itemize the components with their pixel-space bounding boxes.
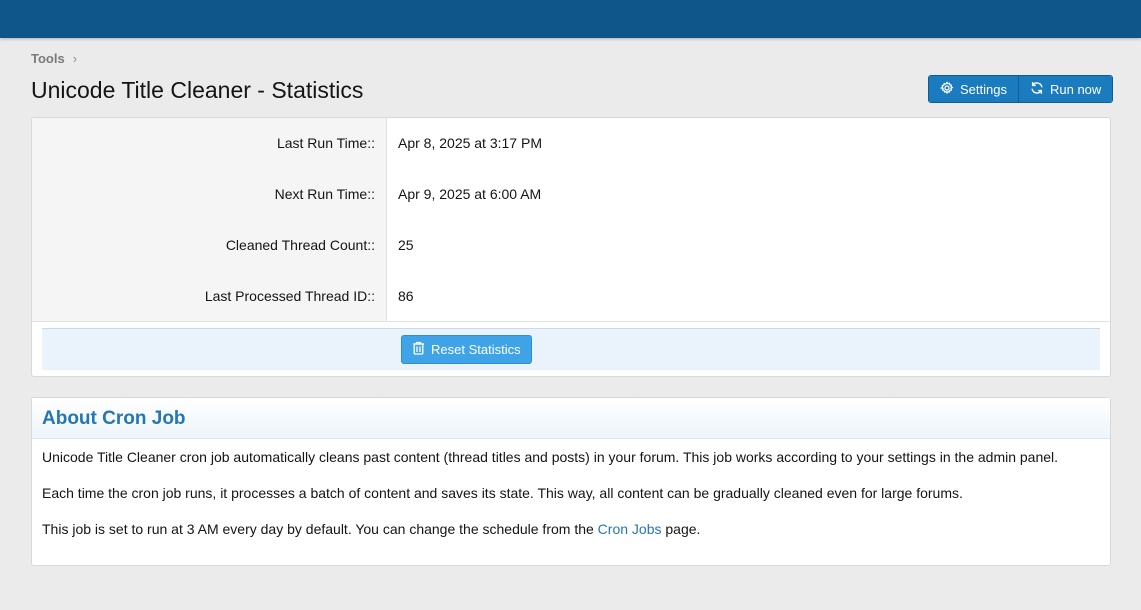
statistics-block: Last Run Time:: Apr 8, 2025 at 3:17 PM N… <box>31 117 1111 377</box>
stat-row-last-processed-thread-id: Last Processed Thread ID:: 86 <box>32 271 1110 322</box>
divider <box>32 321 1110 322</box>
stat-label: Cleaned Thread Count:: <box>32 220 387 271</box>
cron-jobs-link[interactable]: Cron Jobs <box>598 521 662 537</box>
stat-label: Last Run Time:: <box>32 118 387 169</box>
run-now-button[interactable]: Run now <box>1017 76 1113 102</box>
about-paragraph-3: This job is set to run at 3 AM every day… <box>42 519 1100 540</box>
refresh-icon <box>1030 81 1044 98</box>
stat-row-next-run-time: Next Run Time:: Apr 9, 2025 at 6:00 AM <box>32 169 1110 220</box>
breadcrumb-item-tools[interactable]: Tools <box>31 51 65 66</box>
stat-label: Last Processed Thread ID:: <box>32 271 387 322</box>
about-paragraph-3-text: This job is set to run at 3 AM every day… <box>42 521 598 537</box>
stat-label: Next Run Time:: <box>32 169 387 220</box>
stat-value: Apr 9, 2025 at 6:00 AM <box>398 186 542 202</box>
toolbar-button-group: Settings Run now <box>928 75 1114 103</box>
top-navigation-bar <box>0 0 1141 38</box>
stat-row-last-run-time: Last Run Time:: Apr 8, 2025 at 3:17 PM <box>32 118 1110 169</box>
form-submit-row: Reset Statistics <box>42 328 1100 370</box>
page-title: Unicode Title Cleaner - Statistics <box>31 77 364 103</box>
breadcrumb: Tools › <box>31 51 77 66</box>
about-paragraph-3-suffix: page. <box>661 521 701 537</box>
reset-statistics-button[interactable]: Reset Statistics <box>401 335 532 364</box>
run-now-button-label: Run now <box>1049 81 1102 97</box>
stat-value: Apr 8, 2025 at 3:17 PM <box>398 135 542 151</box>
about-paragraph-1: Unicode Title Cleaner cron job automatic… <box>42 449 1059 465</box>
about-cron-job-block: About Cron Job Unicode Title Cleaner cro… <box>31 397 1111 566</box>
reset-statistics-label: Reset Statistics <box>431 342 521 357</box>
trash-icon <box>412 341 425 358</box>
about-paragraph-2: Each time the cron job runs, it processe… <box>42 485 963 501</box>
stat-value: 25 <box>398 237 414 253</box>
settings-button[interactable]: Settings <box>929 76 1018 102</box>
chevron-right-icon: › <box>72 51 78 66</box>
settings-button-label: Settings <box>960 81 1007 97</box>
about-block-body: Unicode Title Cleaner cron job automatic… <box>32 439 1110 540</box>
gear-icon <box>939 80 954 98</box>
stat-value: 86 <box>398 288 414 304</box>
stat-row-cleaned-thread-count: Cleaned Thread Count:: 25 <box>32 220 1110 271</box>
about-block-title: About Cron Job <box>32 398 1110 439</box>
